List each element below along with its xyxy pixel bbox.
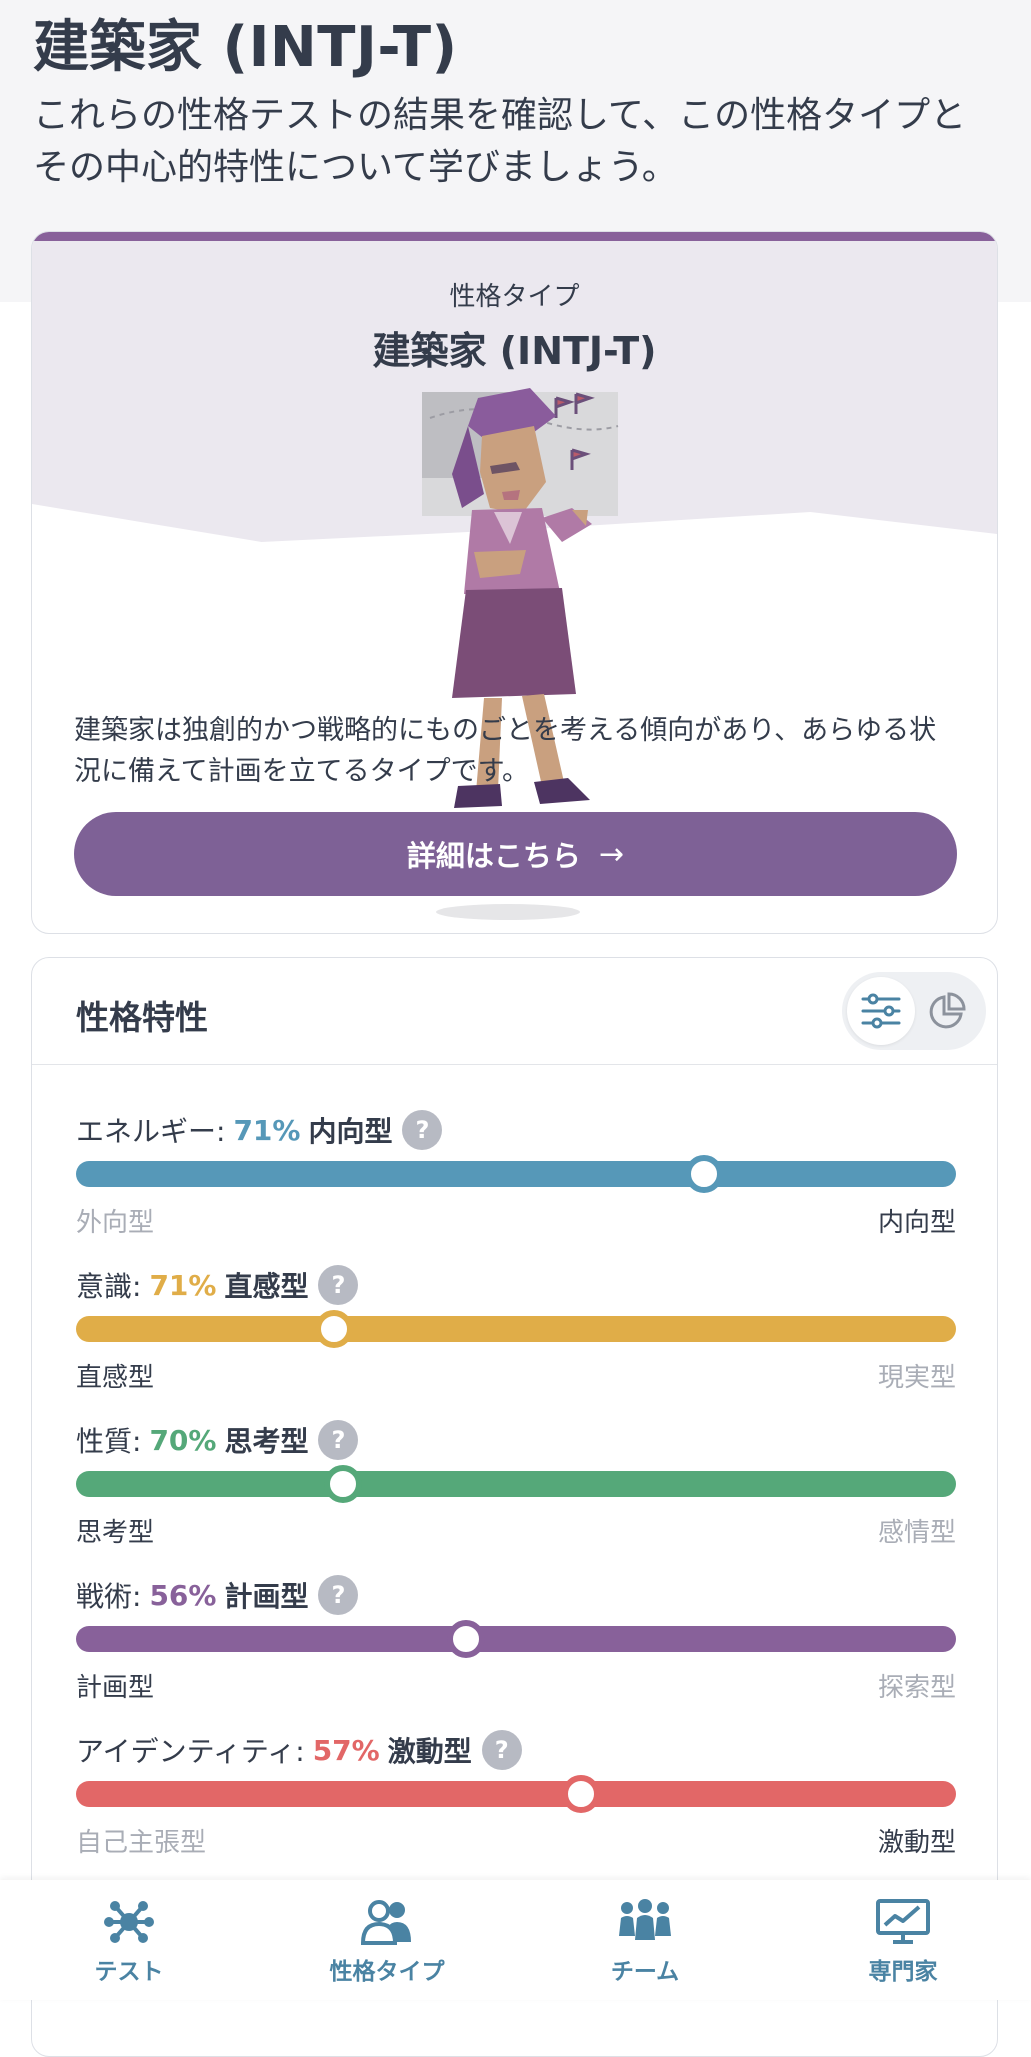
card-accent-stripe <box>32 232 997 241</box>
trait-header: 意識: 71% 直感型 ? <box>76 1263 359 1307</box>
trait-header: アイデンティティ: 57% 激動型 ? <box>76 1728 522 1772</box>
trait-slider-handle[interactable] <box>561 1775 600 1813</box>
view-toggle <box>842 972 986 1050</box>
trait-right-pole: 内向型 <box>877 1208 956 1238</box>
trait-percent: 71% <box>149 1268 217 1302</box>
trait-right-pole: 激動型 <box>877 1828 956 1858</box>
trait-name: 意識: <box>76 1270 142 1303</box>
nav-icon-wrap <box>516 1898 774 1946</box>
trait-name: アイデンティティ: <box>76 1735 305 1768</box>
trait-name: 戦術: <box>76 1580 142 1613</box>
help-icon[interactable]: ? <box>402 1110 443 1150</box>
trait-left-pole: 思考型 <box>76 1518 155 1548</box>
trait-header: エネルギー: 71% 内向型 ? <box>76 1108 443 1152</box>
trait-bar <box>76 1620 956 1658</box>
team-icon <box>619 1899 671 1940</box>
nav-label: テスト <box>94 1959 164 1985</box>
trait-percent: 56% <box>149 1578 217 1612</box>
trait-result: 思考型 <box>224 1425 309 1458</box>
learn-more-button[interactable]: 詳細はこちら → <box>74 812 957 896</box>
nav-label: 専門家 <box>868 1959 938 1985</box>
trait-header: 戦術: 56% 計画型 ? <box>76 1573 359 1617</box>
help-icon[interactable]: ? <box>481 1730 522 1770</box>
trait-left-pole: 直感型 <box>76 1363 155 1393</box>
trait-result: 内向型 <box>308 1115 393 1148</box>
bottom-nav: テスト 性格タイプ チーム 専門家 <box>0 1880 1031 2000</box>
nav-item-test[interactable]: テスト <box>0 1880 258 2000</box>
type-label: 性格タイプ <box>449 282 580 312</box>
trait-slider-handle[interactable] <box>684 1155 723 1193</box>
trait-left-pole: 外向型 <box>76 1208 155 1238</box>
trait-bar <box>76 1465 956 1503</box>
trait-header: 性質: 70% 思考型 ? <box>76 1418 359 1462</box>
trait-right-pole: 探索型 <box>877 1673 956 1703</box>
trait-name: 性質: <box>76 1425 142 1458</box>
trait-slider-handle[interactable] <box>447 1620 486 1658</box>
trait-bar <box>76 1310 956 1348</box>
trait-tactics: 戦術: 56% 計画型 ? 計画型 探索型 <box>76 1573 956 1713</box>
trait-bar <box>76 1155 956 1193</box>
trait-identity: アイデンティティ: 57% 激動型 ? 自己主張型 激動型 <box>76 1728 956 1868</box>
trait-name: エネルギー: <box>76 1115 226 1148</box>
pie-view-button[interactable] <box>913 977 981 1045</box>
nav-icon-wrap <box>0 1898 258 1946</box>
trait-slider-handle[interactable] <box>315 1310 354 1348</box>
trait-left-pole: 計画型 <box>76 1673 155 1703</box>
help-icon[interactable]: ? <box>318 1265 359 1305</box>
trait-left-pole: 自己主張型 <box>76 1828 207 1858</box>
trait-result: 激動型 <box>387 1735 472 1768</box>
trait-mind: 意識: 71% 直感型 ? 直感型 現実型 <box>76 1263 956 1403</box>
traits-header: 性格特性 <box>32 958 997 1065</box>
nav-label: チーム <box>610 1959 680 1985</box>
nav-label: 性格タイプ <box>329 1959 445 1985</box>
trait-percent: 71% <box>233 1113 301 1147</box>
trait-right-pole: 現実型 <box>877 1363 956 1393</box>
help-icon[interactable]: ? <box>318 1420 359 1460</box>
test-network-icon <box>104 1901 154 1943</box>
nav-item-team[interactable]: チーム <box>516 1880 774 2000</box>
intro-text: これらの性格テストの結果を確認して、この性格タイプとその中心的特性について学びま… <box>33 95 967 188</box>
professional-chart-icon <box>876 1899 930 1944</box>
type-name: 建築家 (INTJ-T) <box>372 329 657 373</box>
personality-types-icon <box>360 1900 411 1945</box>
trait-bar <box>76 1775 956 1813</box>
nav-item-professional[interactable]: 専門家 <box>774 1880 1031 2000</box>
help-icon[interactable]: ? <box>318 1575 359 1615</box>
trait-result: 計画型 <box>224 1580 309 1613</box>
learn-more-label: 詳細はこちら <box>406 839 581 873</box>
nav-icon-wrap <box>258 1898 516 1946</box>
nav-item-personality-types[interactable]: 性格タイプ <box>258 1880 516 2000</box>
trait-slider-handle[interactable] <box>324 1465 362 1503</box>
trait-right-pole: 感情型 <box>877 1518 956 1548</box>
sliders-view-button[interactable] <box>847 977 915 1045</box>
trait-percent: 57% <box>312 1733 380 1767</box>
trait-result: 直感型 <box>224 1270 309 1303</box>
trait-energy: エネルギー: 71% 内向型 ? 外向型 内向型 <box>76 1108 956 1248</box>
trait-nature: 性質: 70% 思考型 ? 思考型 感情型 <box>76 1418 956 1558</box>
arrow-right-icon: → <box>598 836 625 872</box>
trait-percent: 70% <box>149 1423 217 1457</box>
pie-chart-icon <box>929 992 966 1029</box>
page-title: 建築家 (INTJ-T) <box>33 15 458 80</box>
type-description: 建築家は独創的かつ戦略的にものごとを考える傾向があり、あらゆる状況に備えて計画を… <box>74 715 937 787</box>
sliders-icon <box>861 993 901 1029</box>
type-card: 性格タイプ 建築家 (INTJ-T) 建築家は独創的かつ戦略的にものごとを考える… <box>31 231 998 934</box>
nav-icon-wrap <box>774 1898 1031 1946</box>
traits-title: 性格特性 <box>76 998 208 1037</box>
